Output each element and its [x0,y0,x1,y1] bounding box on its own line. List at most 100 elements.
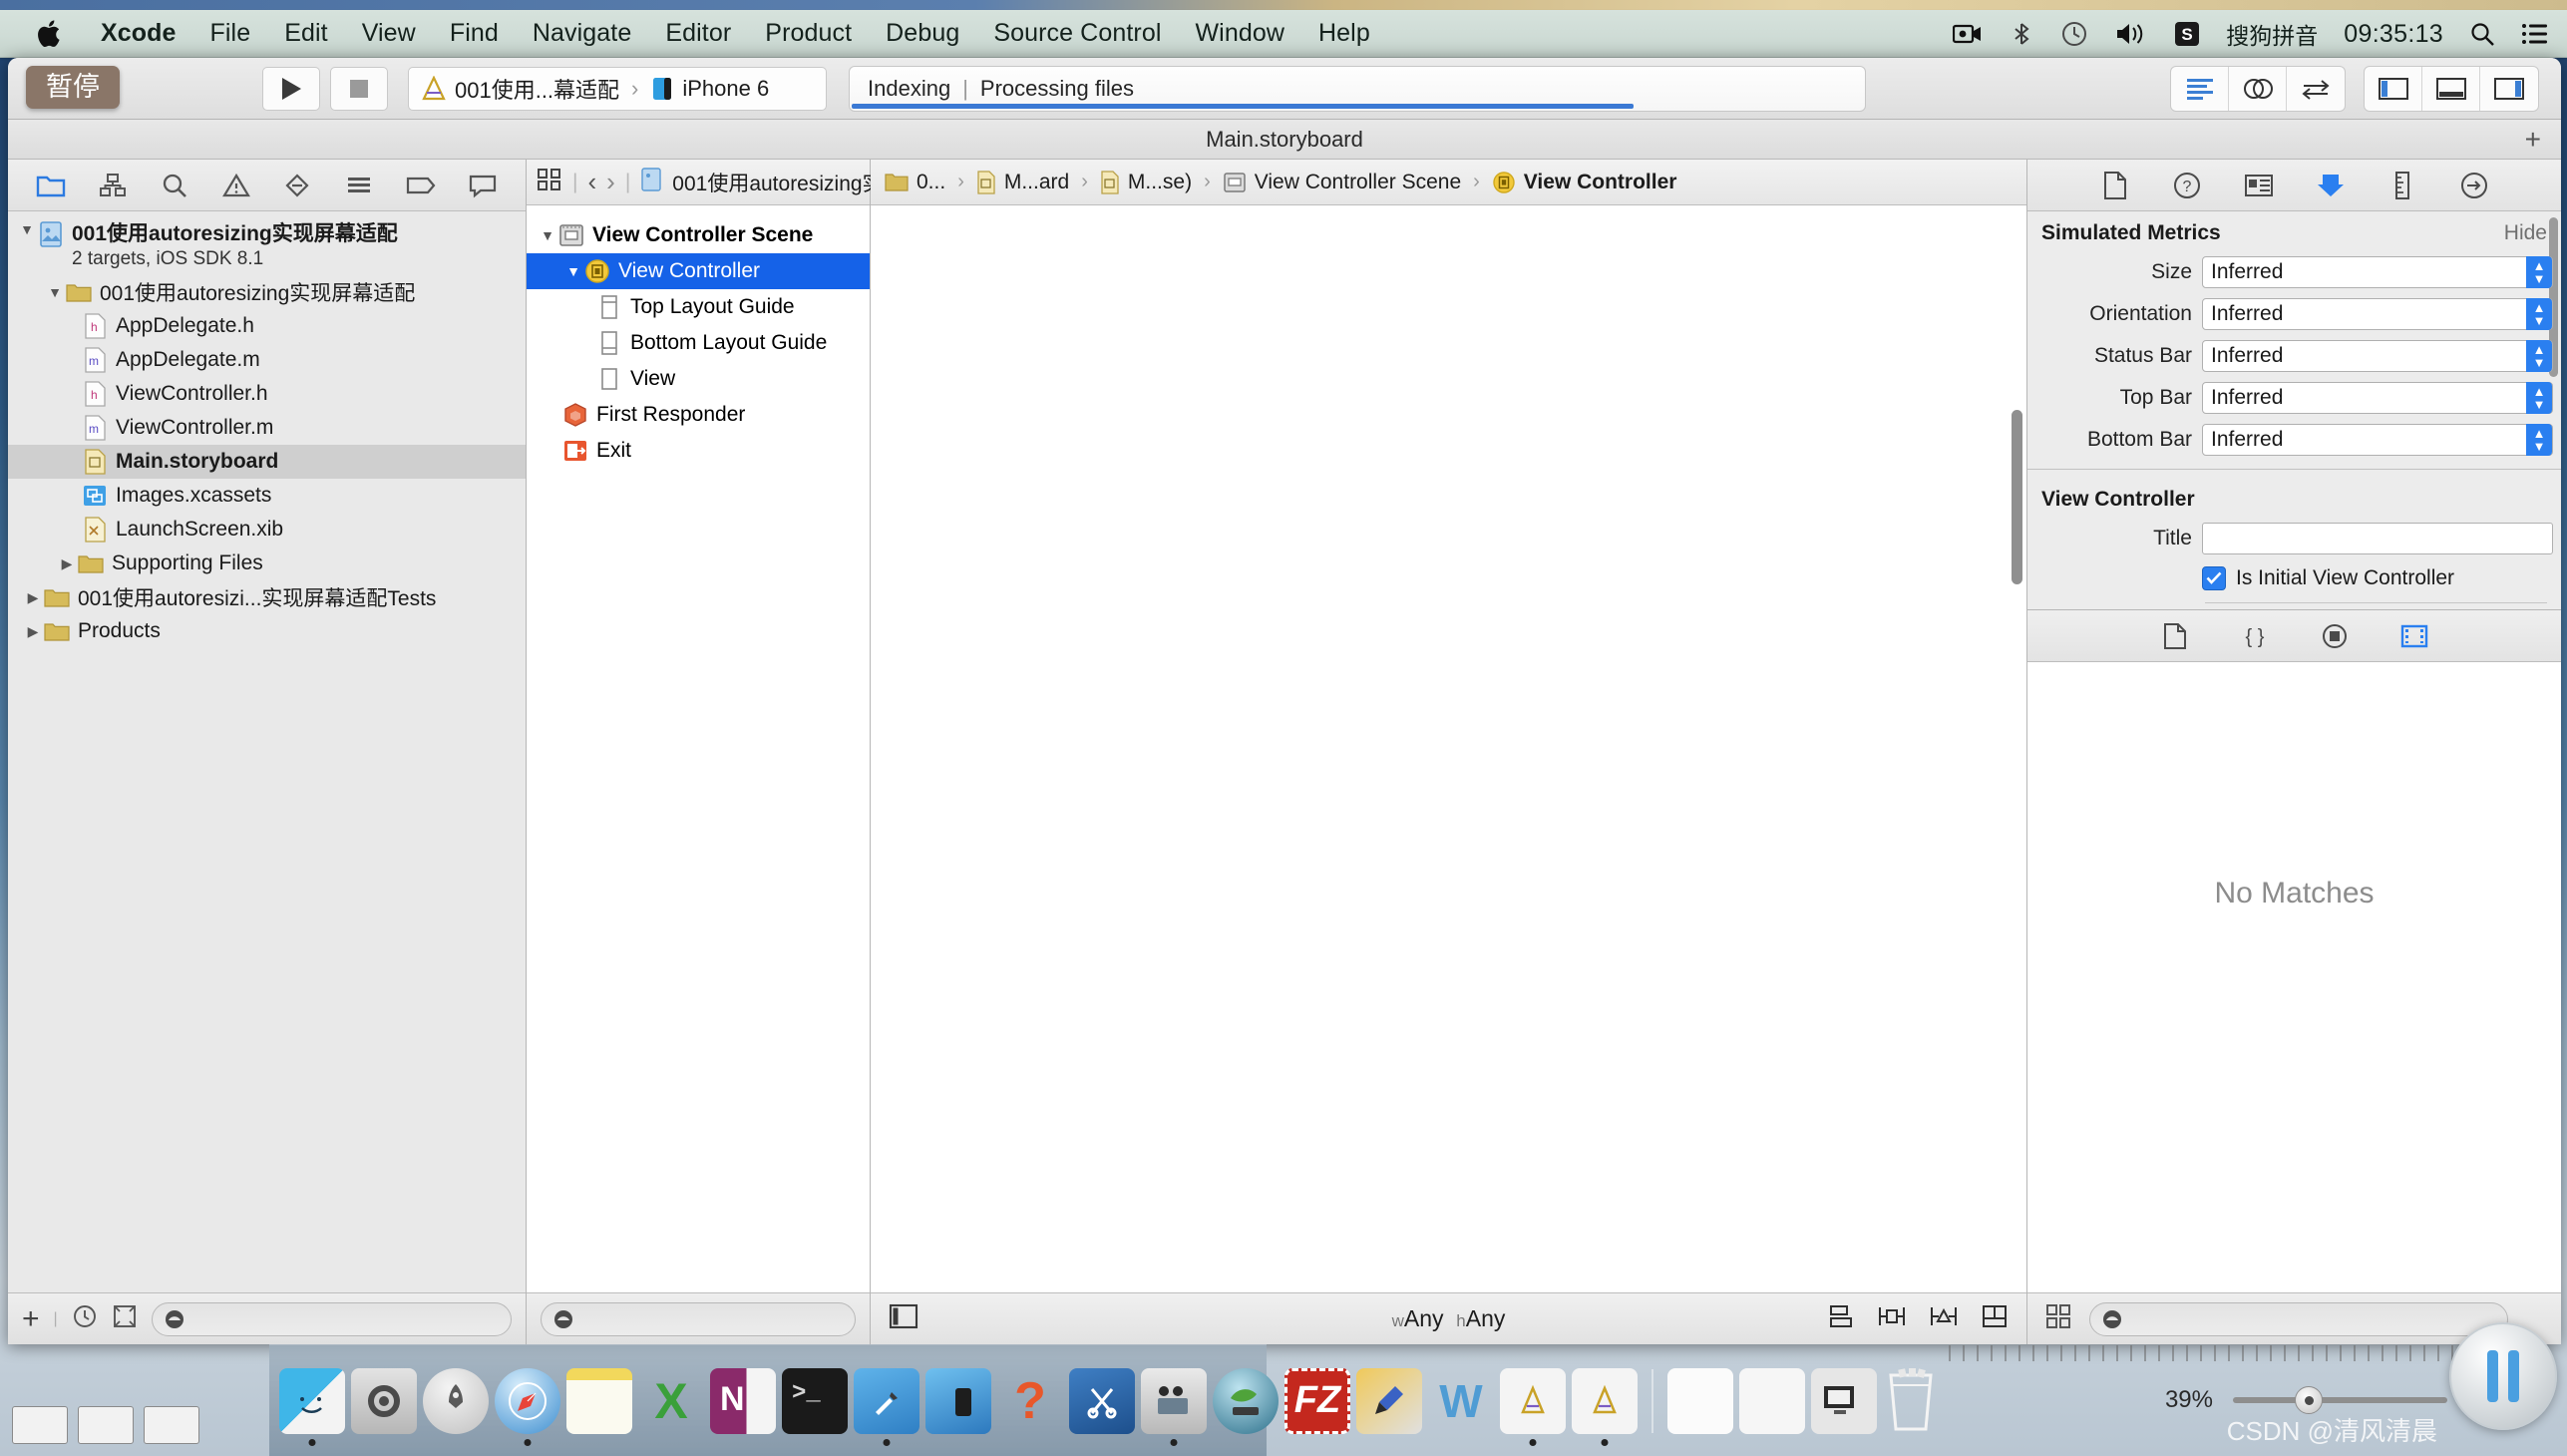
spotlight-search-icon[interactable] [2469,11,2495,57]
trash-icon[interactable] [1883,1365,1945,1437]
stop-button[interactable] [330,66,388,111]
top-bar-popup-button[interactable]: Inferred ▲ ▼ [2202,382,2553,414]
file-template-library-tab[interactable] [2156,618,2194,654]
dock-item-microsoft-onenote[interactable]: N [710,1367,776,1434]
dock-item-system-preferences[interactable] [351,1367,417,1434]
zoom-slider[interactable] [2233,1386,2447,1414]
quick-help-inspector-tab[interactable]: ? [2167,167,2207,204]
volume-icon[interactable] [2114,11,2148,57]
dock-item-snipping-tool[interactable] [1069,1367,1135,1434]
chevron-updown-icon[interactable]: ▲ ▼ [2526,298,2552,330]
size-popup-button[interactable]: Inferred ▲ ▼ [2202,256,2553,288]
resolve-issues-icon[interactable] [1929,1303,1959,1334]
report-navigator-tab[interactable] [461,167,505,204]
run-button[interactable] [262,66,320,111]
version-editor-button[interactable] [2287,67,2345,111]
breadcrumb-storyboard-1[interactable]: M...ard [976,171,1069,194]
screen-recording-icon[interactable] [1953,11,1983,57]
add-file-button[interactable]: + [22,1303,40,1334]
tree-row-supporting-files[interactable]: ▶ Supporting Files [8,546,526,580]
size-inspector-tab[interactable] [2383,167,2422,204]
navigator-filter-field[interactable] [151,1301,512,1336]
outline-row-exit[interactable]: Exit [527,433,870,469]
tree-row-products[interactable]: ▶ Products [8,614,526,648]
outline-row-scene[interactable]: ▼ View Controller Scene [527,217,870,253]
debug-navigator-tab[interactable] [337,167,381,204]
status-bar-popup-button[interactable]: Inferred ▲ ▼ [2202,340,2553,372]
tree-row-viewcontroller-m[interactable]: m ViewController.m [8,411,526,445]
dock-item-fifo-app[interactable] [1213,1367,1279,1434]
dock-item-simulator[interactable] [925,1367,991,1434]
tree-row-appdelegate-h[interactable]: h AppDelegate.h [8,309,526,343]
tree-row-appdelegate-m[interactable]: m AppDelegate.m [8,343,526,377]
test-navigator-tab[interactable] [275,167,319,204]
chevron-updown-icon[interactable]: ▲ ▼ [2526,256,2552,288]
symbol-navigator-tab[interactable] [91,167,135,204]
is-initial-view-controller-checkbox[interactable] [2202,565,2226,590]
library-grid-icon[interactable] [2045,1303,2071,1334]
view-controller-title-input[interactable] [2202,523,2553,554]
dock-item-terminal[interactable]: >_ [782,1367,848,1434]
find-navigator-tab[interactable] [153,167,196,204]
window-thumbnail-2[interactable] [78,1406,134,1444]
connections-inspector-tab[interactable] [2454,167,2494,204]
dock-item-filezilla[interactable]: FZ [1284,1367,1350,1434]
forward-arrow-icon[interactable]: › [606,167,615,197]
source-control-filter-icon[interactable] [112,1303,138,1334]
file-inspector-tab[interactable] [2095,167,2135,204]
menu-item-view[interactable]: View [345,17,433,50]
document-outline-toggle-button[interactable] [889,1303,918,1334]
outline-breadcrumb-project-icon[interactable] [640,167,662,197]
library-filter-field[interactable] [2089,1301,2508,1336]
chevron-down-icon[interactable]: ▼ [562,263,584,279]
canvas-vertical-scrollbar[interactable] [2012,410,2022,584]
breadcrumb-storyboard-2[interactable]: M...se) [1100,171,1192,194]
dock-item-xcode-alt-2[interactable] [1572,1367,1638,1446]
simulated-metrics-hide-button[interactable]: Hide [2504,221,2547,245]
scheme-device-label[interactable]: iPhone 6 [682,76,769,102]
dock-item-safari[interactable] [495,1367,560,1446]
tree-row-tests-group[interactable]: ▶ 001使用autoresizi...实现屏幕适配Tests [8,580,526,614]
dock-item-xcode[interactable] [854,1367,919,1446]
chevron-right-icon[interactable]: ▶ [56,555,78,572]
breakpoint-navigator-tab[interactable] [399,167,443,204]
outline-row-first-responder[interactable]: First Responder [527,397,870,433]
chevron-down-icon[interactable]: ▼ [16,221,38,237]
resizing-behavior-icon[interactable] [1981,1303,2009,1334]
menu-item-edit[interactable]: Edit [267,17,344,50]
window-thumbnail-3[interactable] [144,1406,199,1444]
dock-item-word-app[interactable]: W [1428,1368,1494,1434]
orientation-popup-button[interactable]: Inferred ▲ ▼ [2202,298,2553,330]
scheme-selector[interactable]: 001使用...幕适配 › iPhone 6 [408,66,827,111]
chevron-updown-icon[interactable]: ▲ ▼ [2526,382,2552,414]
editor-mode-segments[interactable] [2170,65,2346,112]
attributes-inspector-tab[interactable] [2311,167,2351,204]
project-navigator-tab[interactable] [29,167,73,204]
issue-navigator-tab[interactable] [214,167,258,204]
dock-item-xcode-alt-1[interactable] [1500,1367,1566,1446]
tree-row-group-main[interactable]: ▼ 001使用autoresizing实现屏幕适配 [8,275,526,309]
tree-row-main-storyboard[interactable]: Main.storyboard [8,445,526,479]
bluetooth-icon[interactable] [2009,11,2034,57]
tree-row-viewcontroller-h[interactable]: h ViewController.h [8,377,526,411]
chevron-down-icon[interactable]: ▼ [537,227,558,243]
outline-filter-field[interactable] [541,1301,856,1336]
related-items-icon[interactable] [537,168,562,197]
standard-editor-button[interactable] [2171,66,2229,111]
dock-item-quicktime-player[interactable] [1141,1367,1207,1446]
align-icon[interactable] [1827,1303,1855,1334]
menu-bar-clock[interactable]: 09:35:13 [2344,20,2443,49]
tree-row-launchscreen-xib[interactable]: LaunchScreen.xib [8,513,526,546]
adjust-scroll-view-insets-row[interactable]: Layout Adjust Scroll View Insets [2027,609,2561,610]
media-library-tab[interactable] [2395,618,2433,654]
input-method-label[interactable]: 搜狗拼音 [2226,17,2318,51]
back-arrow-icon[interactable]: ‹ [587,167,596,197]
menu-item-product[interactable]: Product [748,17,869,50]
menu-item-source-control[interactable]: Source Control [976,17,1178,50]
menu-item-file[interactable]: File [193,17,268,50]
code-snippet-library-tab[interactable]: { } [2236,618,2274,654]
dock-recent-item-1[interactable] [1667,1367,1733,1434]
chevron-updown-icon[interactable]: ▲ ▼ [2526,424,2552,456]
time-machine-icon[interactable] [2060,11,2088,57]
storyboard-canvas[interactable] [871,205,2026,1292]
